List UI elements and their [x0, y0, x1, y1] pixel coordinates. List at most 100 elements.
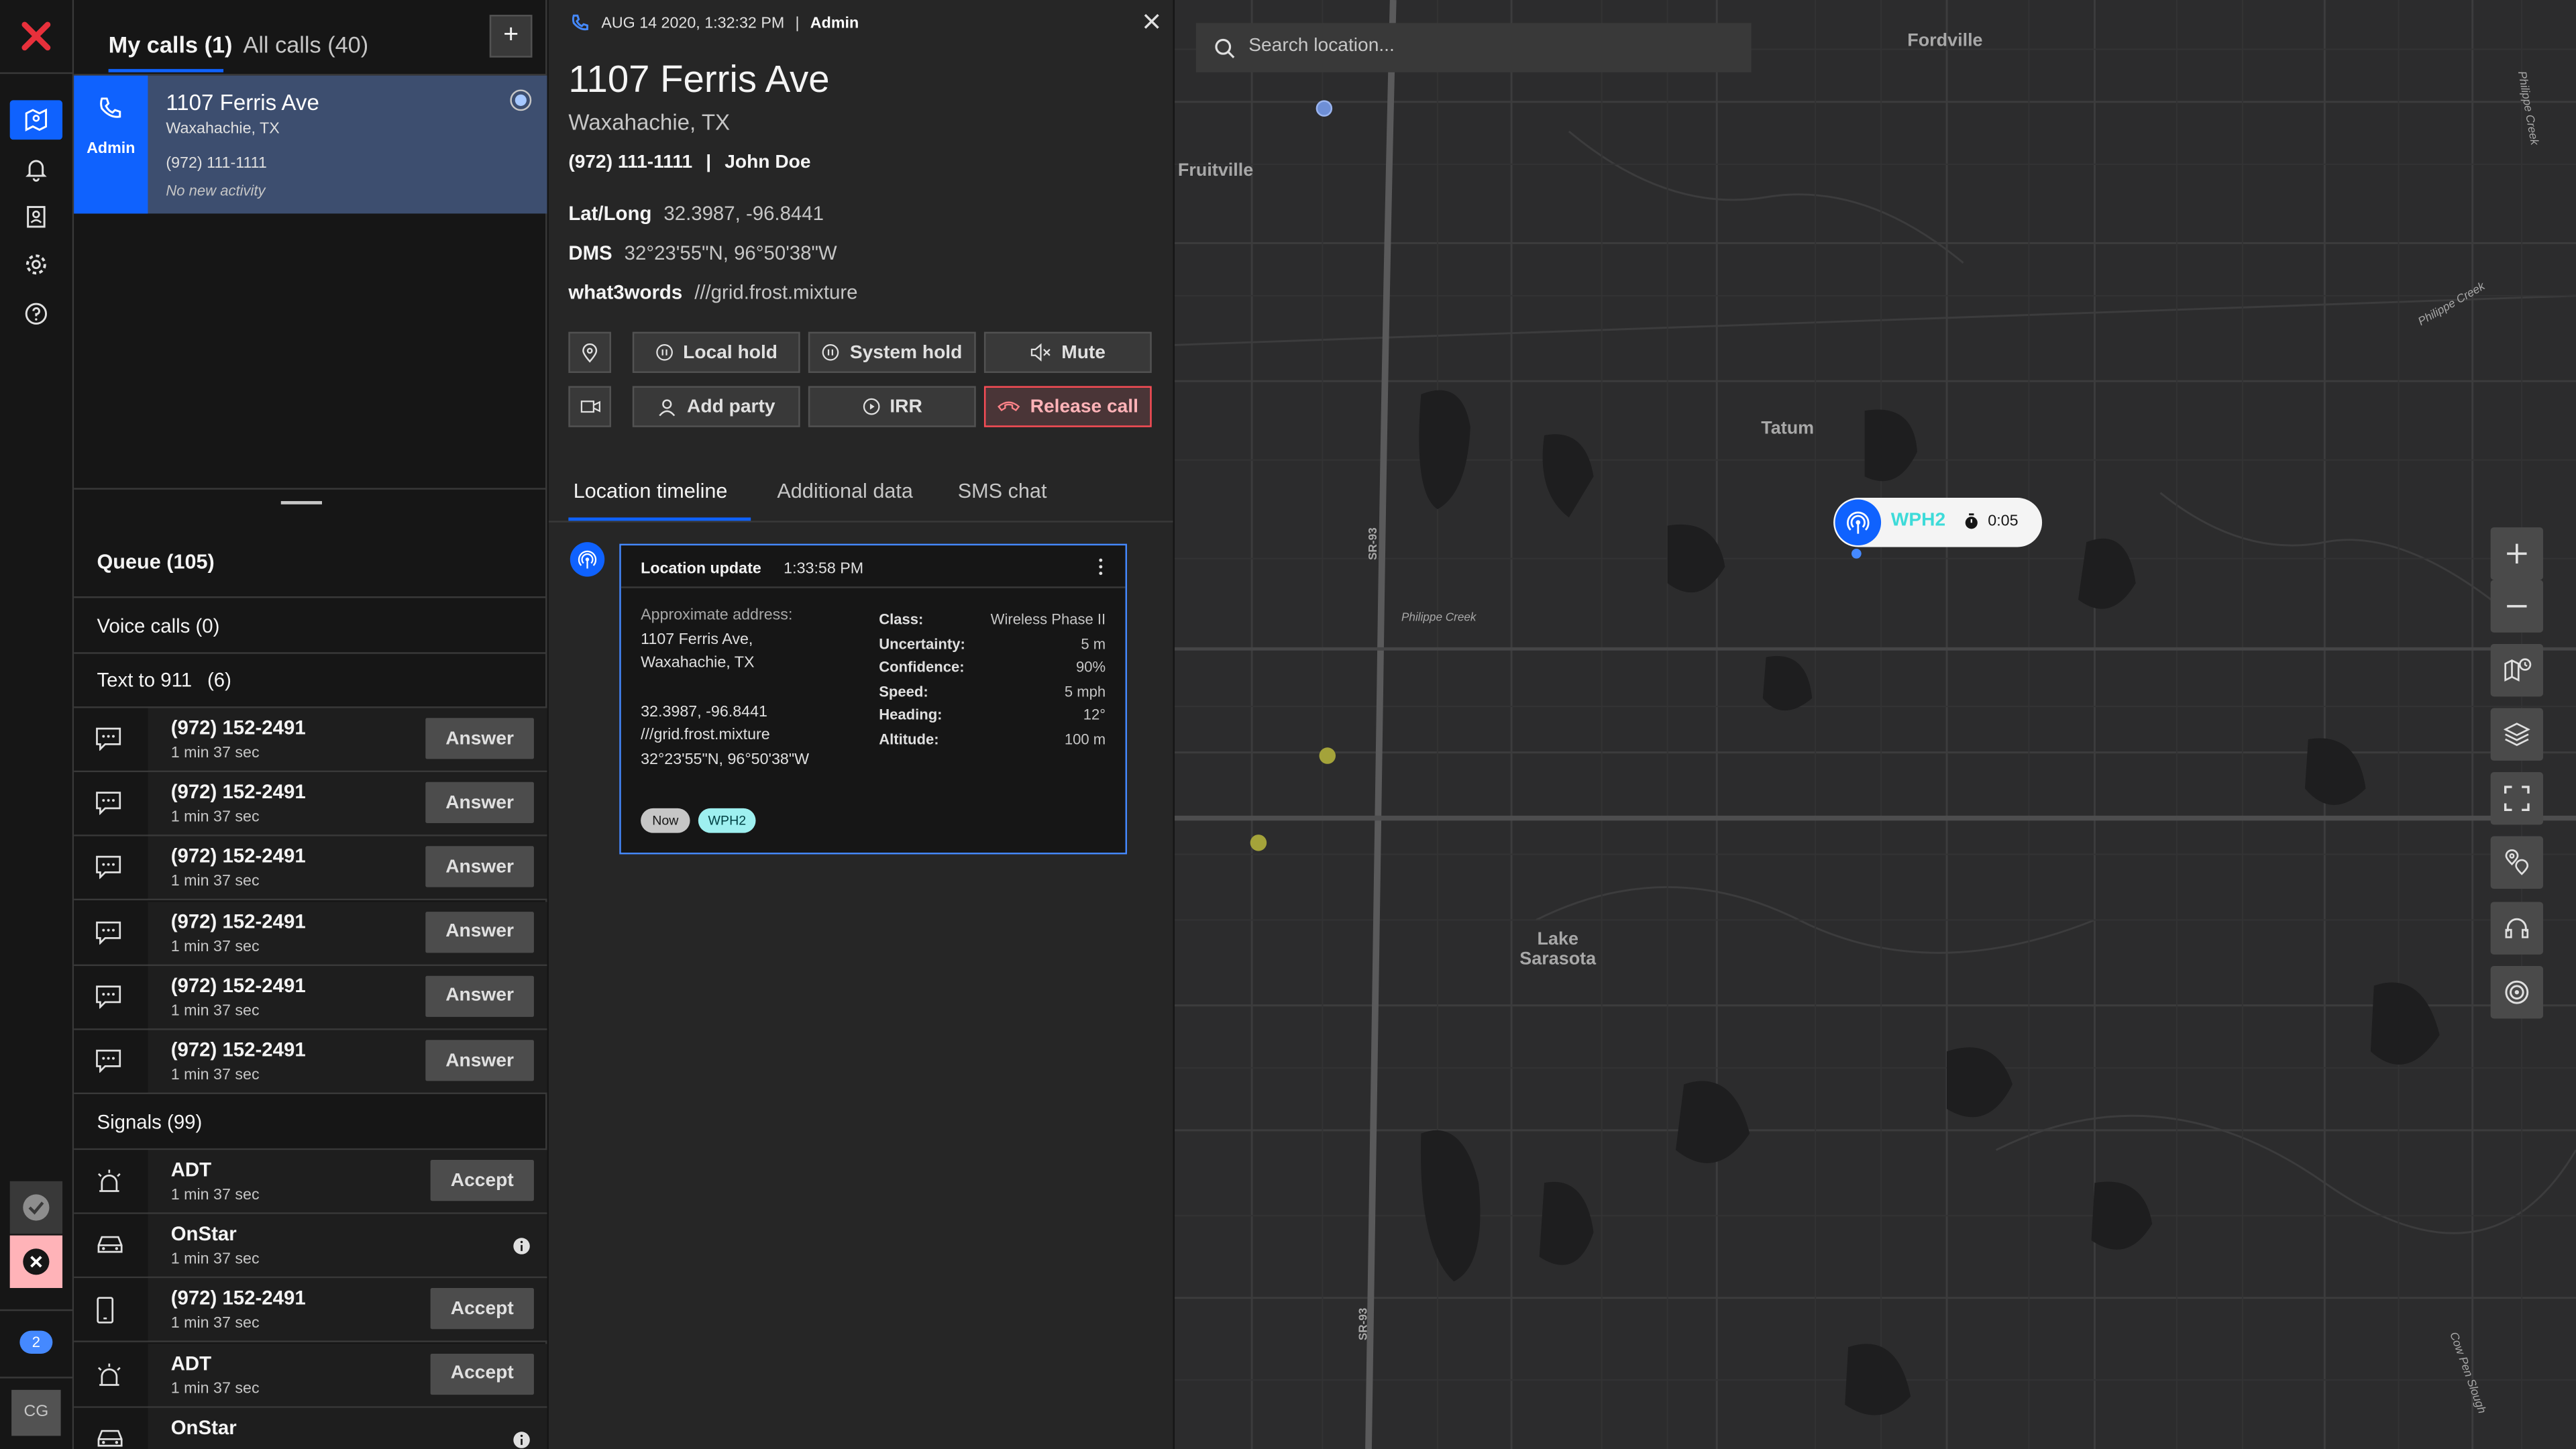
location-update-card[interactable]: Location update 1:33:58 PM Approximate a… — [619, 543, 1128, 855]
avatar[interactable]: CG — [11, 1389, 61, 1436]
settings-nav-button[interactable] — [10, 245, 62, 284]
active-call-status-icon — [509, 89, 532, 111]
card-addr-label: Approximate address: — [641, 606, 793, 625]
chat-icon — [95, 919, 128, 949]
contacts-nav-button[interactable] — [10, 197, 62, 237]
local-hold-button[interactable]: Local hold — [632, 331, 800, 373]
close-circle-icon — [21, 1247, 51, 1277]
system-hold-button[interactable]: System hold — [808, 331, 976, 373]
signal-queue-row[interactable]: (972) 152-2491 1 min 37 sec Accept — [74, 1279, 547, 1343]
tab-all-calls[interactable]: All calls (40) — [243, 32, 368, 58]
chat-icon — [95, 855, 128, 884]
location-pins-button[interactable] — [2490, 836, 2544, 889]
tag-wph2: WPH2 — [698, 808, 756, 833]
headset-button[interactable] — [2490, 902, 2544, 955]
answer-button[interactable]: Answer — [425, 782, 534, 824]
tab-active-underline — [568, 517, 751, 521]
signal-queue-row[interactable]: ADT 1 min 37 sec Accept — [74, 1343, 547, 1407]
caller-location-marker[interactable]: WPH2 0:05 — [1833, 498, 2043, 547]
fullscreen-button[interactable] — [2490, 772, 2544, 825]
answer-button[interactable]: Answer — [425, 975, 534, 1017]
search-input[interactable]: Search location... — [1195, 23, 1752, 72]
help-nav-button[interactable] — [10, 294, 62, 333]
w3w-value: ///grid.frost.mixture — [694, 280, 858, 305]
accept-button[interactable]: Accept — [430, 1288, 534, 1330]
map-legend-button[interactable] — [2490, 644, 2544, 697]
overflow-menu-icon[interactable] — [1097, 557, 1104, 576]
irr-button[interactable]: IRR — [808, 386, 976, 427]
location-pin-icon — [580, 342, 599, 362]
row-time: 1 min 37 sec — [170, 808, 260, 827]
locate-button[interactable] — [568, 331, 612, 373]
unavailable-status-button[interactable] — [9, 1235, 63, 1289]
zoom-in-button[interactable] — [2490, 527, 2544, 580]
map-view[interactable]: Fordville Fruitville Tatum Lake Sarasota… — [1175, 0, 2576, 1449]
layers-button[interactable] — [2490, 708, 2544, 761]
zoom-out-button[interactable] — [2490, 580, 2544, 633]
answer-button[interactable]: Answer — [425, 1040, 534, 1081]
text-queue-row[interactable]: (972) 152-2491 1 min 37 sec Answer — [74, 772, 547, 837]
alarm-icon — [95, 1361, 128, 1391]
card-field-row: Confidence: 90% — [879, 655, 1106, 680]
voice-calls-header[interactable]: Voice calls (0) — [74, 614, 547, 637]
map-legend-icon — [2503, 657, 2531, 684]
add-party-button[interactable]: Add party — [632, 386, 800, 427]
map-label-lake-sarasota: Lake Sarasota — [1519, 930, 1596, 969]
row-number: (972) 152-2491 — [170, 909, 306, 933]
text911-header[interactable]: Text to 911 (6) — [74, 669, 547, 692]
target-button[interactable] — [2490, 966, 2544, 1019]
accept-button[interactable]: Accept — [430, 1352, 534, 1395]
latlong-label: Lat/Long — [568, 202, 652, 225]
answer-button[interactable]: Answer — [425, 718, 534, 759]
text-queue-row[interactable]: (972) 152-2491 1 min 37 sec Answer — [74, 901, 547, 966]
zoom-in-icon — [2506, 542, 2528, 565]
close-icon[interactable] — [1143, 13, 1159, 30]
text-queue-row[interactable]: (972) 152-2491 1 min 37 sec Answer — [74, 837, 547, 901]
close-x-logo[interactable] — [21, 21, 51, 51]
notifications-nav-button[interactable] — [10, 150, 62, 189]
map-point-yellow[interactable] — [1250, 835, 1267, 851]
tab-sms-chat[interactable]: SMS chat — [958, 480, 1047, 502]
video-button[interactable] — [568, 386, 612, 427]
accept-button[interactable]: Accept — [430, 1159, 534, 1201]
calls-panel: My calls (1) All calls (40) + Admin 1107… — [74, 0, 547, 1449]
signal-queue-row[interactable]: OnStar — [74, 1407, 547, 1449]
mute-label: Mute — [1061, 342, 1106, 363]
panel-resize-handle[interactable] — [280, 500, 323, 504]
answer-button[interactable]: Answer — [425, 911, 534, 953]
card-w3w: ///grid.frost.mixture — [641, 726, 770, 745]
car-icon — [95, 1232, 128, 1262]
active-call-city: Waxahachie, TX — [166, 119, 280, 138]
active-call-phone: (972) 111-1111 — [166, 154, 267, 173]
row-name: ADT — [170, 1158, 212, 1181]
tab-location-timeline[interactable]: Location timeline — [574, 480, 728, 502]
info-icon[interactable] — [513, 1238, 531, 1256]
tab-my-calls[interactable]: My calls (1) — [109, 32, 233, 58]
text-queue-row[interactable]: (972) 152-2491 1 min 37 sec Answer — [74, 1030, 547, 1095]
map-point-yellow[interactable] — [1319, 747, 1336, 764]
alarm-icon — [95, 1168, 128, 1197]
release-call-button[interactable]: Release call — [983, 386, 1152, 427]
map-label-sr93-south: SR-93 — [1358, 1307, 1371, 1341]
signals-title: Signals (99) — [97, 1110, 203, 1134]
card-dms: 32°23'55"N, 96°50'38"W — [641, 749, 810, 768]
add-call-button[interactable]: + — [489, 15, 533, 58]
map-point-blue[interactable] — [1316, 100, 1333, 117]
search-icon — [1214, 38, 1236, 59]
map-nav-button[interactable] — [9, 100, 63, 140]
marker-icon-circle — [1835, 499, 1882, 546]
signal-queue-row[interactable]: ADT 1 min 37 sec Accept — [74, 1150, 547, 1214]
text-queue-row[interactable]: (972) 152-2491 1 min 37 sec Answer — [74, 965, 547, 1030]
tab-additional-data[interactable]: Additional data — [777, 480, 913, 502]
active-call-card[interactable]: Admin 1107 Ferris Ave Waxahachie, TX (97… — [74, 75, 547, 214]
row-name: OnStar — [170, 1222, 237, 1246]
mute-button[interactable]: Mute — [983, 331, 1152, 373]
signal-queue-row[interactable]: OnStar 1 min 37 sec — [74, 1214, 547, 1279]
chat-icon — [95, 983, 128, 1013]
available-status-button[interactable] — [9, 1181, 63, 1234]
info-icon[interactable] — [513, 1431, 531, 1449]
card-title: Location update — [641, 560, 761, 579]
answer-button[interactable]: Answer — [425, 847, 534, 888]
active-call-user: Admin — [87, 140, 136, 158]
text-queue-row[interactable]: (972) 152-2491 1 min 37 sec Answer — [74, 708, 547, 773]
